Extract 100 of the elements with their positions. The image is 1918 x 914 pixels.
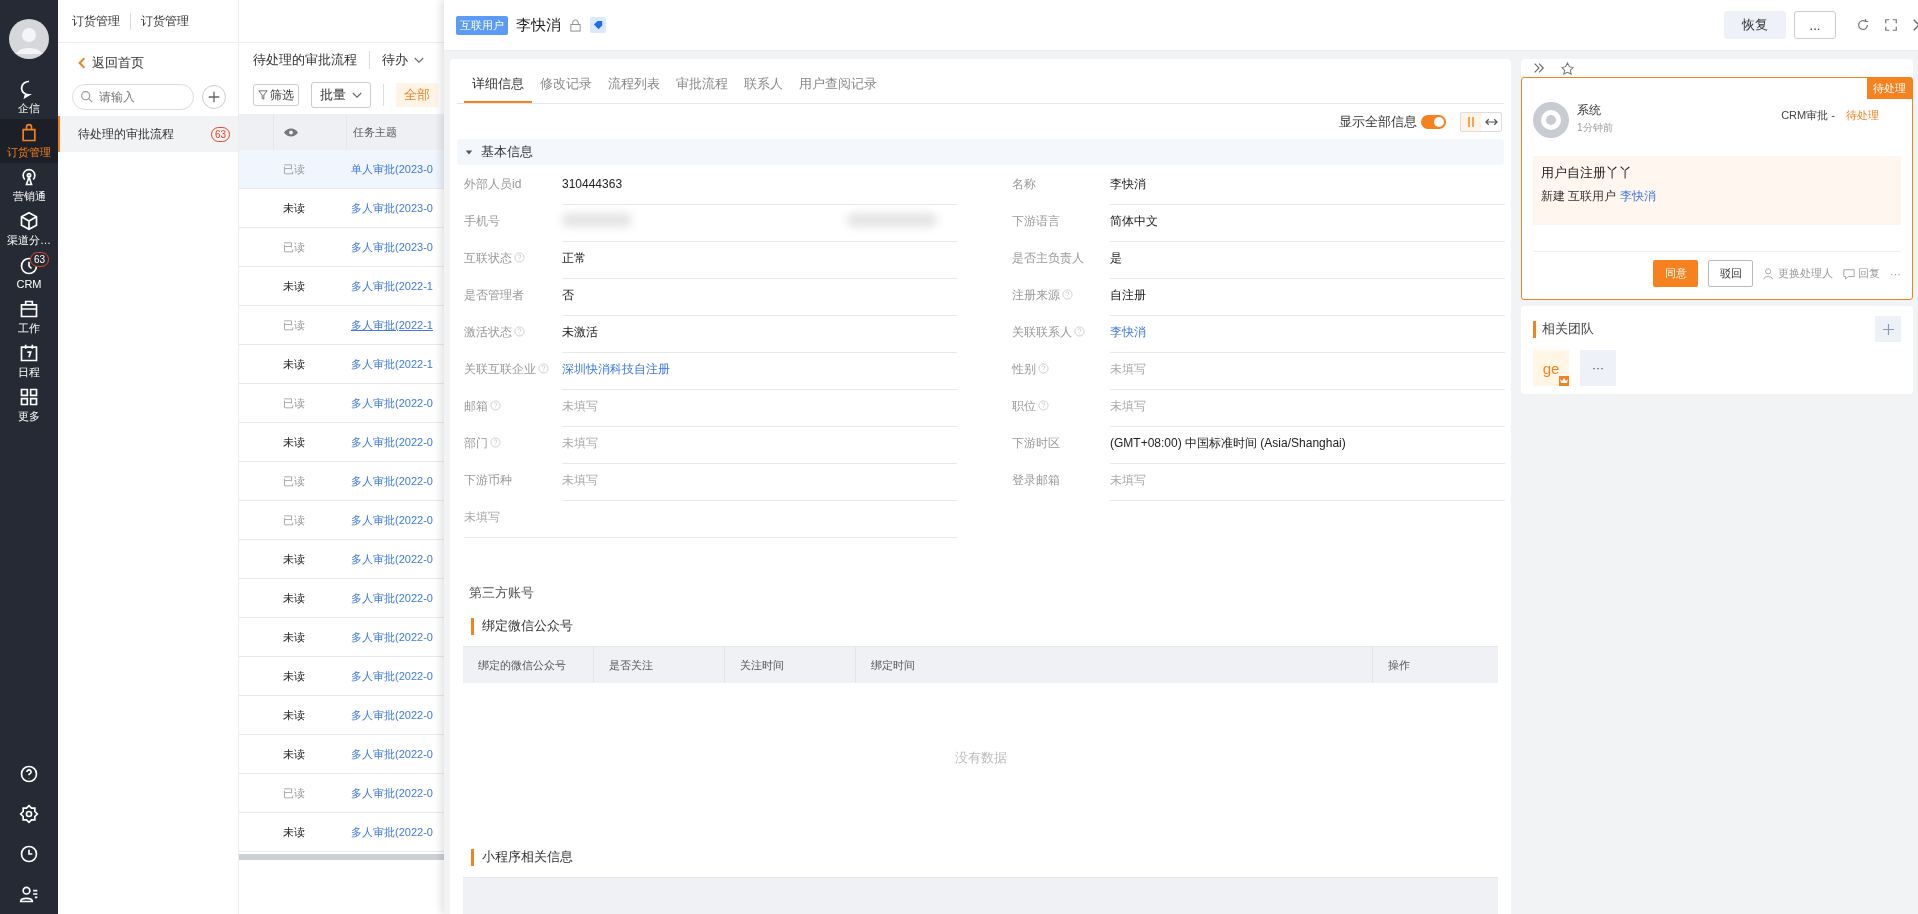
help-icon[interactable] bbox=[18, 763, 40, 785]
task-link[interactable]: 多人审批(2022-0 bbox=[351, 746, 433, 762]
nav-item[interactable]: 工作 bbox=[0, 295, 58, 339]
field-label: 登录邮箱 bbox=[1012, 472, 1061, 489]
briefcase-icon bbox=[19, 298, 39, 319]
more-button[interactable]: ... bbox=[1794, 11, 1836, 39]
field-label: 职位 bbox=[1012, 398, 1110, 416]
nav-item[interactable]: 渠道分… bbox=[0, 207, 58, 251]
batch-dropdown[interactable]: 批量 bbox=[311, 82, 371, 108]
subnav-item[interactable]: 待处理的审批流程 63 bbox=[58, 116, 238, 152]
field-link[interactable]: 深圳快消科技自注册 bbox=[562, 362, 670, 376]
nav-item[interactable]: 日程 bbox=[0, 339, 58, 383]
task-link[interactable]: 多人审批(2022-0 bbox=[351, 707, 433, 723]
table-row[interactable]: 已读 单人审批(2023-0 bbox=[239, 150, 446, 189]
column-header: 操作 bbox=[1372, 647, 1498, 683]
read-status: 未读 bbox=[283, 551, 305, 567]
task-link[interactable]: 多人审批(2022-0 bbox=[351, 395, 433, 411]
task-link[interactable]: 多人审批(2022-0 bbox=[351, 473, 433, 489]
task-link[interactable]: 多人审批(2022-0 bbox=[351, 512, 433, 528]
approve-button[interactable]: 同意 bbox=[1653, 260, 1698, 287]
task-link[interactable]: 单人审批(2023-0 bbox=[351, 161, 433, 177]
read-status: 未读 bbox=[283, 629, 305, 645]
breadcrumb-item[interactable]: 订货管理 bbox=[72, 12, 120, 30]
task-link[interactable]: 多人审批(2022-0 bbox=[351, 785, 433, 801]
task-link[interactable]: 多人审批(2022-1 bbox=[351, 317, 433, 333]
breadcrumb-item[interactable]: 订货管理 bbox=[130, 12, 189, 30]
reassign-button[interactable]: 更换处理人 bbox=[1763, 266, 1833, 281]
field-link[interactable]: 李快消 bbox=[1110, 325, 1146, 339]
field-label: 是否主负责人 bbox=[1012, 250, 1085, 267]
task-link[interactable]: 多人审批(2022-0 bbox=[351, 590, 433, 606]
field-label: 关联联系人 bbox=[1012, 324, 1110, 342]
comment-icon bbox=[1843, 267, 1855, 280]
reply-button[interactable]: 回复 bbox=[1843, 266, 1880, 281]
read-status: 已读 bbox=[283, 161, 305, 177]
message-title: 用户自注册丫丫 bbox=[1541, 164, 1633, 182]
record-title: 李快消 bbox=[516, 15, 561, 35]
tab[interactable]: 详细信息 bbox=[464, 67, 532, 103]
field-value: 310444363 bbox=[562, 177, 623, 191]
scope-tab[interactable]: 全部 bbox=[396, 83, 438, 107]
more-button[interactable]: ··· bbox=[1890, 267, 1901, 280]
tab[interactable]: 审批流程 bbox=[668, 67, 736, 103]
settings-icon[interactable] bbox=[18, 803, 40, 825]
nav-item[interactable]: 企信 bbox=[0, 75, 58, 119]
tab[interactable]: 用户查阅记录 bbox=[791, 67, 885, 103]
tab[interactable]: 流程列表 bbox=[600, 67, 668, 103]
field-label: 性别 bbox=[1012, 361, 1110, 379]
read-status: 已读 bbox=[283, 317, 305, 333]
read-status: 未读 bbox=[283, 707, 305, 723]
section-header[interactable]: 基本信息 bbox=[457, 139, 1504, 165]
search-field[interactable]: 请输入 bbox=[72, 84, 194, 110]
caret-icon bbox=[414, 56, 424, 64]
nav-item[interactable]: CRM 63 bbox=[0, 251, 58, 295]
restore-button[interactable]: 恢复 bbox=[1724, 11, 1786, 39]
view-dropdown[interactable]: 待办 bbox=[382, 51, 424, 69]
add-button[interactable] bbox=[1875, 316, 1901, 342]
record-link[interactable]: 李快消 bbox=[1619, 189, 1656, 203]
task-link[interactable]: 多人审批(2022-0 bbox=[351, 434, 433, 450]
list-title: 待处理的审批流程 bbox=[253, 51, 370, 69]
task-link[interactable]: 多人审批(2023-0 bbox=[351, 200, 433, 216]
task-link[interactable]: 多人审批(2022-0 bbox=[351, 824, 433, 840]
tab[interactable]: 联系人 bbox=[736, 67, 791, 103]
back-link[interactable]: 返回首页 bbox=[58, 43, 238, 82]
tag-icon[interactable] bbox=[590, 17, 606, 33]
more-button[interactable]: ··· bbox=[1580, 350, 1616, 386]
filter-icon bbox=[258, 90, 268, 100]
task-link[interactable]: 多人审批(2023-0 bbox=[351, 239, 433, 255]
refresh-icon[interactable] bbox=[1856, 18, 1870, 32]
section-title: 第三方账号 bbox=[468, 584, 535, 602]
sender-name: 系统 bbox=[1577, 102, 1602, 119]
task-link[interactable]: 多人审批(2022-0 bbox=[351, 668, 433, 684]
bag-icon bbox=[19, 122, 39, 143]
field-label: 是否管理者 bbox=[464, 287, 525, 304]
field-label: 外部人员id bbox=[464, 176, 523, 193]
user-avatar[interactable] bbox=[9, 19, 49, 59]
task-link[interactable]: 多人审批(2022-1 bbox=[351, 356, 433, 372]
double-chevron-icon[interactable] bbox=[1533, 62, 1545, 74]
member-avatar[interactable]: ge bbox=[1533, 350, 1569, 386]
pin-icon[interactable] bbox=[1561, 61, 1574, 75]
task-link[interactable]: 多人审批(2022-0 bbox=[351, 629, 433, 645]
reject-button[interactable]: 驳回 bbox=[1708, 260, 1753, 287]
user-type-tag: 互联用户 bbox=[456, 15, 508, 35]
fullscreen-icon[interactable] bbox=[1884, 18, 1898, 32]
field-label: 关联互联企业 bbox=[464, 361, 562, 379]
task-link[interactable]: 多人审批(2022-1 bbox=[351, 278, 433, 294]
nav-item[interactable]: 营销通 bbox=[0, 163, 58, 207]
nav-item[interactable]: 更多 bbox=[0, 383, 58, 427]
subsection-title: 绑定微信公众号 bbox=[482, 617, 573, 635]
task-link[interactable]: 多人审批(2022-0 bbox=[351, 551, 433, 567]
read-status: 已读 bbox=[283, 785, 305, 801]
field-value: 未激活 bbox=[562, 325, 598, 339]
clock-icon[interactable] bbox=[18, 843, 40, 865]
tab[interactable]: 修改记录 bbox=[532, 67, 600, 103]
column-header: 绑定的微信公众号 bbox=[477, 657, 567, 673]
nav-item[interactable]: 订货管理 bbox=[0, 119, 58, 163]
timestamp: 1分钟前 bbox=[1577, 121, 1613, 135]
plus-icon bbox=[1881, 322, 1895, 336]
chevron-left-icon bbox=[78, 56, 86, 69]
filter-button[interactable]: 筛选 bbox=[253, 84, 299, 106]
read-status: 未读 bbox=[283, 590, 305, 606]
toggle-switch[interactable] bbox=[1421, 114, 1446, 129]
